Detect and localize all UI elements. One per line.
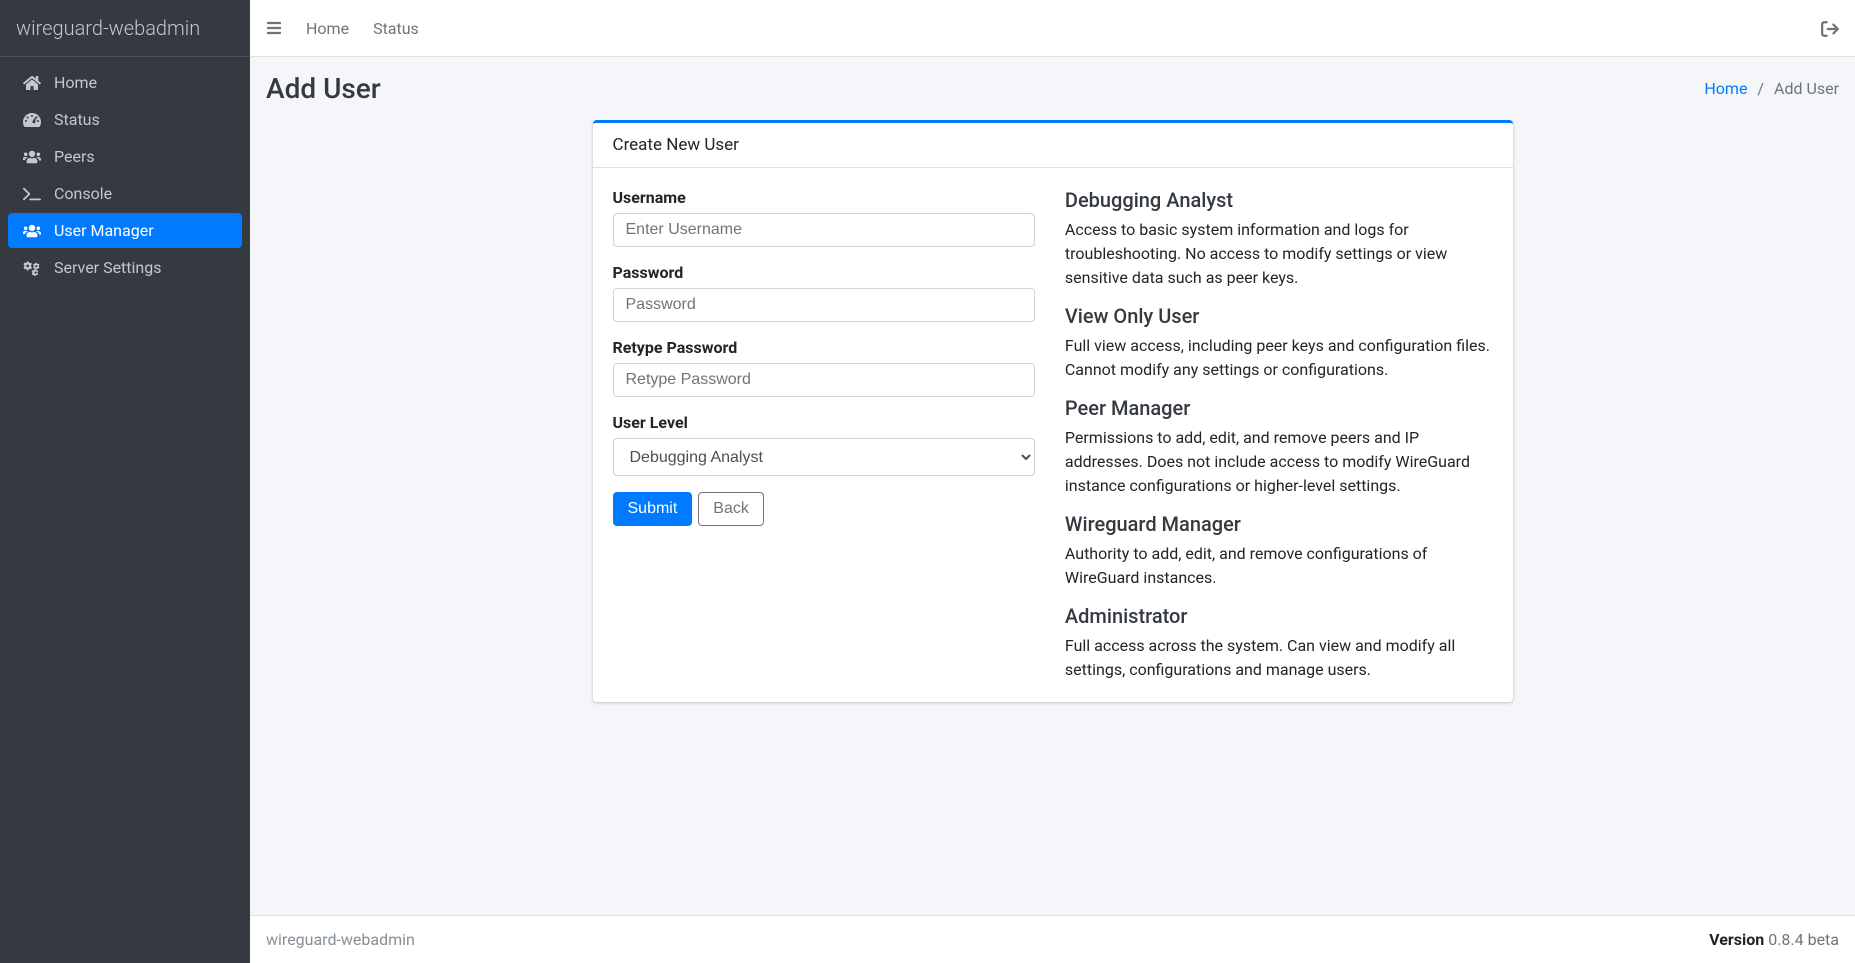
sidebar-nav: Home Status Peers [0,57,250,287]
footer-version-value: 0.8.4 beta [1764,930,1839,949]
card-title: Create New User [593,123,1513,168]
gauge-icon [20,111,44,129]
sidebar-item-label: Server Settings [54,258,162,277]
sidebar-item-console[interactable]: Console [8,176,242,211]
role-descriptions: Debugging Analyst Access to basic system… [1065,188,1493,682]
sidebar-item-label: Home [54,73,97,92]
content: Create New User Username Password Retype… [250,120,1855,915]
retype-password-label: Retype Password [613,338,1035,357]
sidebar-item-status[interactable]: Status [8,102,242,137]
cogs-icon [20,259,44,277]
back-button[interactable]: Back [698,492,764,526]
nav-link-status[interactable]: Status [373,19,419,38]
top-navbar: Home Status [250,0,1855,57]
user-level-select[interactable]: Debugging Analyst [613,438,1035,476]
sidebar: wireguard-webadmin Home Status [0,0,250,963]
breadcrumb-current: Add User [1774,79,1839,98]
password-label: Password [613,263,1035,282]
main: Home Status Add User Home / Add User Cre… [250,0,1855,963]
home-icon [20,74,44,92]
users-icon [20,222,44,240]
sidebar-item-home[interactable]: Home [8,65,242,100]
sidebar-brand[interactable]: wireguard-webadmin [0,0,250,57]
footer-version-label: Version [1709,930,1764,949]
role-desc: Full access across the system. Can view … [1065,634,1493,682]
role-desc: Permissions to add, edit, and remove pee… [1065,426,1493,498]
terminal-icon [20,185,44,203]
footer-version: Version 0.8.4 beta [1709,930,1839,949]
sidebar-item-user-manager[interactable]: User Manager [8,213,242,248]
sidebar-item-label: Peers [54,147,95,166]
sidebar-item-label: Status [54,110,100,129]
retype-password-input[interactable] [613,363,1035,397]
create-user-card: Create New User Username Password Retype… [593,120,1513,702]
role-title: View Only User [1065,304,1493,328]
username-label: Username [613,188,1035,207]
sidebar-item-label: User Manager [54,221,154,240]
submit-button[interactable]: Submit [613,492,693,526]
role-title: Wireguard Manager [1065,512,1493,536]
password-input[interactable] [613,288,1035,322]
logout-icon[interactable] [1821,18,1839,37]
sidebar-item-label: Console [54,184,112,203]
role-title: Peer Manager [1065,396,1493,420]
role-desc: Access to basic system information and l… [1065,218,1493,290]
form-column: Username Password Retype Password U [613,188,1035,682]
role-title: Debugging Analyst [1065,188,1493,212]
role-title: Administrator [1065,604,1493,628]
users-icon [20,148,44,166]
sidebar-item-server-settings[interactable]: Server Settings [8,250,242,285]
footer: wireguard-webadmin Version 0.8.4 beta [250,915,1855,963]
role-desc: Authority to add, edit, and remove confi… [1065,542,1493,590]
sidebar-item-peers[interactable]: Peers [8,139,242,174]
footer-left: wireguard-webadmin [266,930,415,949]
username-input[interactable] [613,213,1035,247]
breadcrumb-sep: / [1751,79,1770,98]
role-desc: Full view access, including peer keys an… [1065,334,1493,382]
breadcrumb-home[interactable]: Home [1704,79,1747,98]
breadcrumb: Home / Add User [1704,79,1839,98]
user-level-label: User Level [613,413,1035,432]
content-header: Add User Home / Add User [250,57,1855,120]
nav-link-home[interactable]: Home [306,19,349,38]
menu-toggle[interactable] [266,19,282,37]
page-title: Add User [266,72,381,105]
